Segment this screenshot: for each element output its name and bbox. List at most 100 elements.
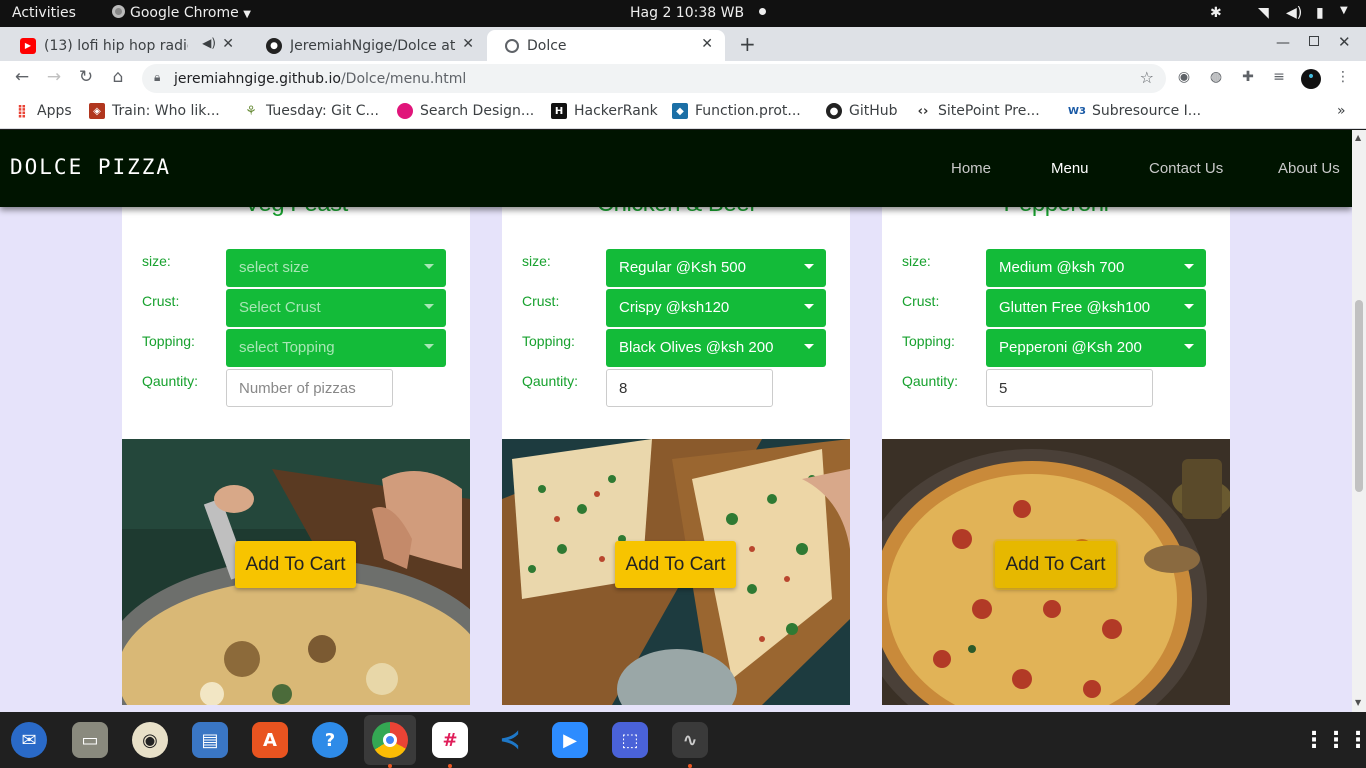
tab-dolce[interactable]: Dolce ✕ [487, 30, 725, 61]
quantity-label: Qauntity: [142, 373, 199, 389]
new-tab-button[interactable]: + [739, 32, 756, 56]
bookmark-mdn[interactable]: ◆ Function.prot... [672, 103, 801, 119]
slack-icon[interactable]: # [432, 722, 468, 758]
add-to-cart-button[interactable]: Add To Cart [995, 541, 1116, 588]
system-menu-chevron-icon[interactable]: ▼ [1340, 5, 1348, 16]
extensions-puzzle-icon[interactable]: ✚ [1238, 69, 1258, 89]
scroll-down-arrow-icon[interactable]: ▼ [1355, 698, 1361, 707]
add-to-cart-button[interactable]: Add To Cart [615, 541, 736, 588]
activities-button[interactable]: Activities [12, 5, 76, 21]
topping-select[interactable]: select Topping [226, 329, 446, 367]
topping-select[interactable]: Pepperoni @Ksh 200 [986, 329, 1206, 367]
rhythmbox-icon[interactable]: ◉ [132, 722, 168, 758]
chevron-down-icon: ▼ [243, 9, 251, 20]
address-bar[interactable]: 🔒︎ jeremiahngige.github.io/Dolce/menu.ht… [142, 64, 1166, 93]
page-scrollbar[interactable]: ▲ ▼ [1352, 130, 1366, 712]
app-menu[interactable]: Google Chrome ▼ [112, 5, 251, 21]
kebab-menu-icon[interactable]: ⋮ [1333, 69, 1353, 89]
reload-icon[interactable]: ↻ [75, 67, 97, 87]
size-select[interactable]: select size [226, 249, 446, 287]
bookmark-apps[interactable]: ⣿ Apps [14, 103, 72, 119]
chrome-icon[interactable] [372, 722, 408, 758]
url-host: jeremiahngige.github.io [174, 70, 341, 87]
restore-icon[interactable] [1309, 36, 1319, 46]
profile-avatar[interactable]: • [1301, 69, 1321, 89]
dock: ✉ ▭ ◉ ▤ A ? # ≺ ▶ ⬚ ∿ ⋮⋮⋮ [0, 712, 1366, 768]
wifi-icon[interactable]: ◥ [1258, 5, 1269, 21]
bookmark-label: SitePoint Pre... [938, 103, 1040, 119]
tab-github[interactable]: ● JeremiahNgige/Dolce at ✕ [248, 30, 486, 61]
size-label: size: [522, 253, 551, 269]
close-tab-icon[interactable]: ✕ [701, 36, 713, 52]
vscode-icon[interactable]: ≺ [492, 722, 528, 758]
files-icon[interactable]: ▭ [72, 722, 108, 758]
bookmark-hackerrank[interactable]: H HackerRank [551, 103, 658, 119]
close-window-icon[interactable]: ✕ [1338, 33, 1351, 51]
tab-youtube[interactable]: ▶ (13) lofi hip hop radio ◀) ✕ [2, 30, 246, 61]
thunderbird-icon[interactable]: ✉ [11, 722, 47, 758]
battery-icon[interactable]: ▮ [1316, 5, 1324, 21]
select-value: Regular @Ksh 500 [619, 259, 746, 276]
quantity-input[interactable]: 5 [986, 369, 1153, 407]
screenshot-icon[interactable]: ⬚ [612, 722, 648, 758]
running-indicator [448, 764, 452, 768]
size-select[interactable]: Medium @ksh 700 [986, 249, 1206, 287]
youtube-icon: ▶ [20, 37, 36, 54]
clock[interactable]: Hag 2 10:38 WB [630, 5, 766, 21]
bookmark-star-icon[interactable]: ☆ [1140, 68, 1154, 87]
chrome-small-icon [112, 5, 125, 18]
bookmark-dribbble[interactable]: Search Design... [397, 103, 534, 119]
forward-icon[interactable]: → [43, 67, 65, 87]
more-bookmarks-chevron-icon[interactable]: » [1337, 103, 1346, 119]
bookmark-codewars[interactable]: ◈ Train: Who lik... [89, 103, 220, 119]
close-tab-icon[interactable]: ✕ [462, 36, 474, 52]
scroll-up-arrow-icon[interactable]: ▲ [1355, 133, 1361, 142]
crust-select[interactable]: Crispy @ksh120 [606, 289, 826, 327]
add-to-cart-button[interactable]: Add To Cart [235, 541, 356, 588]
back-icon[interactable]: ← [11, 67, 33, 87]
nav-menu[interactable]: Menu [1051, 160, 1089, 177]
bookmark-tuesday[interactable]: ⚘ Tuesday: Git C... [243, 103, 379, 119]
writer-icon[interactable]: ▤ [192, 722, 228, 758]
bookmark-label: Function.prot... [695, 103, 801, 119]
topping-select[interactable]: Black Olives @ksh 200 [606, 329, 826, 367]
nav-about-us[interactable]: About Us [1278, 160, 1340, 177]
quantity-input[interactable]: 8 [606, 369, 773, 407]
help-icon[interactable]: ? [312, 722, 348, 758]
bookmark-sitepoint[interactable]: ‹› SitePoint Pre... [915, 103, 1040, 119]
bookmark-label: Search Design... [420, 103, 535, 119]
zoom-icon[interactable]: ▶ [552, 722, 588, 758]
quantity-label: Qauntity: [902, 373, 959, 389]
quantity-label: Qauntity: [522, 373, 579, 389]
site-navbar: DOLCE PIZZA Home Menu Contact Us About U… [0, 130, 1352, 207]
extension-globe-icon[interactable]: ◍ [1206, 69, 1226, 89]
w3c-icon: W3 [1068, 105, 1086, 117]
media-control-icon[interactable]: ≡ [1269, 69, 1289, 89]
size-label: size: [902, 253, 931, 269]
topping-label: Topping: [522, 333, 575, 349]
pizza-card-veg-feast: Veg Feast size: Crust: Topping: Qauntity… [122, 130, 470, 705]
nav-contact-us[interactable]: Contact Us [1149, 160, 1223, 177]
system-monitor-icon[interactable]: ∿ [672, 722, 708, 758]
bookmark-w3c[interactable]: W3 Subresource I... [1068, 103, 1201, 119]
crust-select[interactable]: Select Crust [226, 289, 446, 327]
quantity-value: 8 [619, 380, 628, 397]
show-applications-icon[interactable]: ⋮⋮⋮ [1303, 722, 1366, 758]
nav-home[interactable]: Home [951, 160, 991, 177]
volume-icon[interactable]: ◀) [1286, 5, 1302, 21]
extension-owl-icon[interactable]: ◉ [1174, 69, 1194, 89]
brand-logo[interactable]: DOLCE PIZZA [10, 155, 171, 179]
chevron-down-icon [424, 344, 434, 349]
dropbox-tray-icon[interactable]: ✱ [1210, 5, 1222, 21]
close-tab-icon[interactable]: ✕ [222, 36, 234, 52]
bookmark-github[interactable]: ● GitHub [826, 103, 898, 119]
bookmark-label: Train: Who lik... [112, 103, 220, 119]
software-icon[interactable]: A [252, 722, 288, 758]
crust-select[interactable]: Glutten Free @ksh100 [986, 289, 1206, 327]
home-icon[interactable]: ⌂ [107, 67, 129, 87]
minimize-icon[interactable]: — [1276, 35, 1290, 51]
quantity-input[interactable]: Number of pizzas [226, 369, 393, 407]
scrollbar-thumb[interactable] [1355, 300, 1363, 492]
system-top-bar: Activities Google Chrome ▼ Hag 2 10:38 W… [0, 0, 1366, 27]
size-select[interactable]: Regular @Ksh 500 [606, 249, 826, 287]
